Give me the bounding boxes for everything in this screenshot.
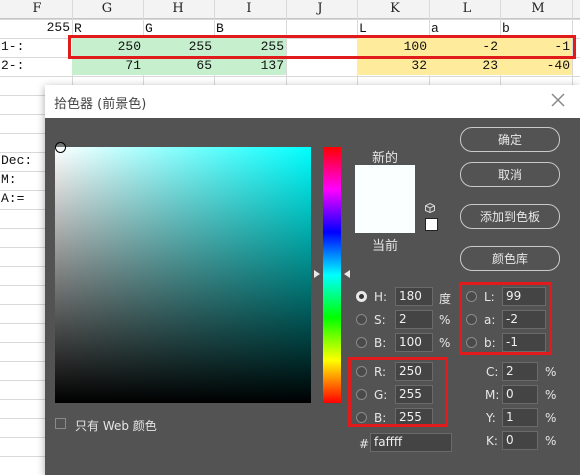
hue-slider[interactable] bbox=[323, 147, 341, 403]
hue-slider-left-arrow[interactable] bbox=[314, 270, 320, 278]
label-b: B: bbox=[374, 336, 387, 350]
saturation-brightness-field[interactable] bbox=[55, 147, 311, 403]
unit-y: % bbox=[545, 411, 557, 425]
dialog-titlebar[interactable]: 拾色器 (前景色) bbox=[45, 85, 580, 118]
cancel-button[interactable]: 取消 bbox=[460, 162, 560, 187]
b-input[interactable]: 100 bbox=[395, 333, 433, 352]
cell-b-2[interactable]: 137 bbox=[214, 57, 286, 75]
lab-highlight-box bbox=[459, 282, 552, 355]
web-safe-swatch[interactable] bbox=[425, 218, 438, 231]
label-k: K: bbox=[486, 434, 498, 448]
label-y: Y: bbox=[486, 411, 496, 425]
label-m: M: bbox=[485, 388, 500, 402]
web-cube-icon[interactable] bbox=[425, 203, 435, 213]
ok-button[interactable]: 确定 bbox=[460, 127, 560, 152]
dialog-title: 拾色器 (前景色) bbox=[54, 97, 147, 112]
add-to-swatches-button[interactable]: 添加到色板 bbox=[460, 204, 560, 229]
unit-k: % bbox=[545, 434, 557, 448]
label-c: C: bbox=[486, 365, 499, 379]
hex-label: # bbox=[359, 437, 370, 451]
new-color-label: 新的 bbox=[372, 151, 399, 166]
column-header-j[interactable]: J bbox=[305, 1, 335, 16]
k-input[interactable]: 0 bbox=[502, 431, 538, 450]
label-h: H: bbox=[374, 290, 388, 304]
cell-a-2[interactable]: 23 bbox=[429, 57, 500, 75]
s-input[interactable]: 2 bbox=[395, 310, 433, 329]
label-s: S: bbox=[374, 313, 386, 327]
column-header-i[interactable]: I bbox=[234, 1, 264, 16]
unit-b: % bbox=[439, 336, 451, 350]
unit-m: % bbox=[545, 388, 557, 402]
side-label-dec[interactable]: Dec: bbox=[1, 152, 32, 170]
row-highlight-box bbox=[68, 35, 576, 59]
cell-f-value[interactable]: 255 bbox=[30, 19, 70, 37]
color-field-marker[interactable] bbox=[55, 142, 66, 153]
column-header-m[interactable]: M bbox=[523, 1, 553, 16]
radio-s[interactable] bbox=[356, 314, 367, 325]
current-color-label: 当前 bbox=[372, 239, 399, 254]
c-input[interactable]: 2 bbox=[502, 362, 538, 381]
rgb-highlight-box bbox=[348, 357, 448, 427]
cell-g-2[interactable]: 65 bbox=[143, 57, 214, 75]
hue-slider-right-arrow[interactable] bbox=[344, 270, 350, 278]
column-header-l[interactable]: L bbox=[452, 1, 482, 16]
color-picker-dialog: 拾色器 (前景色) 新的 当前 确定 取消 添加到色板 颜色库 H: 180 度… bbox=[45, 85, 580, 475]
unit-s: % bbox=[439, 313, 451, 327]
row-label-2[interactable]: 2-: bbox=[1, 57, 61, 75]
unit-h: 度 bbox=[439, 292, 452, 306]
h-input[interactable]: 180 bbox=[395, 287, 433, 306]
column-header-bar: F G H I J K L M bbox=[0, 0, 580, 19]
web-only-checkbox[interactable] bbox=[55, 418, 66, 429]
side-label-m[interactable]: M: bbox=[1, 171, 17, 189]
web-only-label: 只有 Web 颜色 bbox=[75, 419, 157, 433]
close-icon[interactable] bbox=[550, 92, 566, 108]
column-header-g[interactable]: G bbox=[92, 1, 122, 16]
m-input[interactable]: 0 bbox=[502, 385, 538, 404]
radio-h[interactable] bbox=[356, 291, 367, 302]
side-label-a[interactable]: A:= bbox=[1, 190, 24, 208]
cell-l-2[interactable]: 32 bbox=[357, 57, 429, 75]
cell-r-2[interactable]: 71 bbox=[72, 57, 143, 75]
column-header-f[interactable]: F bbox=[22, 1, 52, 16]
unit-c: % bbox=[545, 365, 557, 379]
cell-b-lab-2[interactable]: -40 bbox=[500, 57, 572, 75]
column-header-k[interactable]: K bbox=[380, 1, 410, 16]
hex-input[interactable]: faffff bbox=[370, 433, 452, 452]
new-color-swatch bbox=[355, 165, 415, 233]
row-label-1[interactable]: 1-: bbox=[1, 38, 61, 56]
radio-b[interactable] bbox=[356, 337, 367, 348]
y-input[interactable]: 1 bbox=[502, 408, 538, 427]
column-header-h[interactable]: H bbox=[163, 1, 193, 16]
color-libraries-button[interactable]: 颜色库 bbox=[460, 246, 560, 271]
